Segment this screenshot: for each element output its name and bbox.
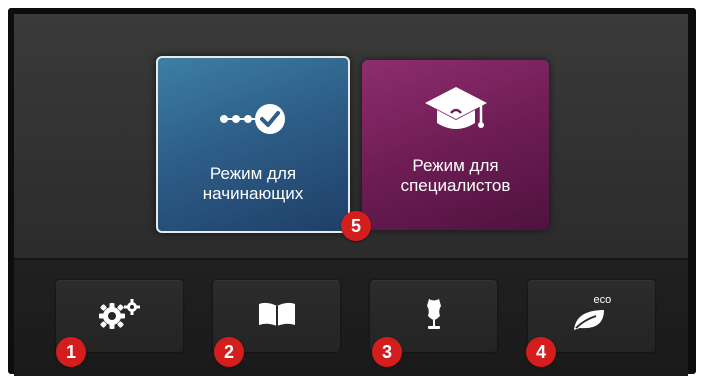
eco-text: eco (593, 294, 612, 306)
callout-badge-5: 5 (341, 211, 371, 241)
expert-mode-label: Режим для специалистов (400, 156, 511, 195)
beginner-mode-button[interactable]: Режим для начинающих (156, 56, 350, 233)
graduation-cap-icon (421, 86, 491, 136)
callout-badge-3: 3 (372, 337, 402, 367)
callout-badge-2: 2 (214, 337, 244, 367)
callout-badge-4: 4 (526, 337, 556, 367)
beginner-mode-label: Режим для начинающих (202, 164, 304, 203)
dress-form-icon (424, 298, 444, 335)
settings-gears-icon (97, 298, 143, 335)
expert-mode-button[interactable]: Режим для специалистов (362, 60, 549, 230)
steps-check-icon (218, 94, 288, 144)
eco-leaf-icon: eco (570, 294, 614, 334)
callout-badge-1: 1 (56, 337, 86, 367)
book-icon (257, 301, 297, 332)
